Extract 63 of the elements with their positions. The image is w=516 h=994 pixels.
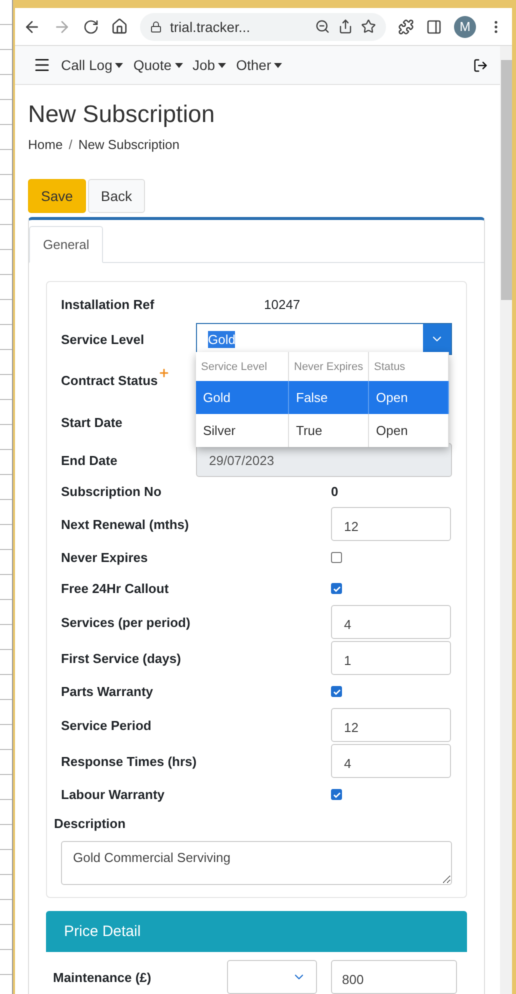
menu-icon[interactable]	[33, 56, 51, 74]
field-label: Description	[54, 816, 127, 831]
field-label: Maintenance (£)	[53, 970, 152, 984]
nav-menu-item[interactable]: Quote	[133, 57, 183, 73]
number-field[interactable]: 4	[331, 605, 451, 639]
field-label: Start Date	[61, 414, 122, 430]
checkbox[interactable]	[331, 686, 342, 697]
description-field[interactable]: Gold Commercial Serviving	[61, 841, 452, 885]
breadcrumb-item[interactable]: Home	[28, 137, 63, 152]
field-label: Never Expires	[61, 550, 148, 565]
field-label: First Service (days)	[61, 650, 181, 666]
address-bar[interactable]: trial.tracker...	[140, 12, 386, 40]
checkbox[interactable]	[331, 789, 342, 800]
field-label: Service Level	[61, 332, 144, 346]
profile-avatar[interactable]: M	[454, 16, 476, 38]
nav-menu-item[interactable]: Job	[192, 57, 226, 73]
star-icon[interactable]	[361, 19, 376, 34]
breadcrumb-item: New Subscription	[78, 137, 180, 152]
field-value: 0	[331, 484, 338, 499]
puzzle-icon[interactable]	[398, 18, 414, 34]
reload-icon[interactable]	[83, 18, 99, 34]
field-label: Installation Ref	[61, 297, 154, 312]
checkbox[interactable]	[331, 552, 342, 563]
field-label: Services (per period)	[61, 614, 190, 630]
lock-icon	[150, 20, 162, 32]
dropdown-cell[interactable]: Silver	[196, 414, 289, 447]
chevron-icon[interactable]	[423, 324, 451, 354]
sidebar-icon[interactable]	[426, 18, 442, 34]
field-label: Parts Warranty	[61, 684, 153, 699]
price-field[interactable]: 800	[331, 960, 457, 994]
field-value: 10247	[264, 297, 300, 312]
zoom-out-icon[interactable]	[315, 19, 330, 34]
dropdown-cell[interactable]: True	[289, 414, 369, 447]
field-label: Subscription No	[61, 484, 162, 499]
field-label: End Date	[61, 452, 118, 468]
number-field[interactable]: 1	[331, 641, 451, 675]
breadcrumb-separator: /	[68, 137, 72, 152]
save-button[interactable]: Save	[28, 179, 86, 213]
number-field[interactable]: 4	[331, 744, 451, 778]
page-title: New Subscription	[28, 101, 216, 129]
dropdown-cell[interactable]: Gold	[196, 381, 289, 414]
field-label: Free 24Hr Callout	[61, 581, 169, 596]
checkbox[interactable]	[331, 583, 342, 594]
tab[interactable]: General	[29, 226, 104, 263]
field-label: Next Renewal (mths)	[61, 516, 189, 532]
back-button[interactable]: Back	[88, 179, 146, 213]
dropdown-cell[interactable]: Open	[369, 381, 449, 414]
nav-menu-item[interactable]: Call Log	[61, 57, 124, 73]
home-icon[interactable]	[111, 18, 128, 35]
select-field[interactable]	[227, 960, 317, 994]
dropdown-cell[interactable]: Open	[369, 414, 449, 447]
number-field[interactable]: 12	[331, 507, 451, 541]
field-label: Response Times (hrs)	[61, 754, 197, 768]
share-icon[interactable]	[338, 19, 353, 34]
field-label: Contract Status	[61, 372, 158, 388]
nav-menu-item[interactable]: Other	[236, 57, 282, 73]
field-label: Service Period	[61, 718, 152, 732]
dropdown-cell[interactable]: False	[289, 381, 369, 414]
url-text: trial.tracker...	[170, 18, 252, 34]
section-header: Price Detail	[46, 911, 467, 952]
logout-icon[interactable]	[473, 58, 488, 72]
field-label: Labour Warranty	[61, 787, 165, 802]
number-field[interactable]: 12	[331, 708, 451, 742]
